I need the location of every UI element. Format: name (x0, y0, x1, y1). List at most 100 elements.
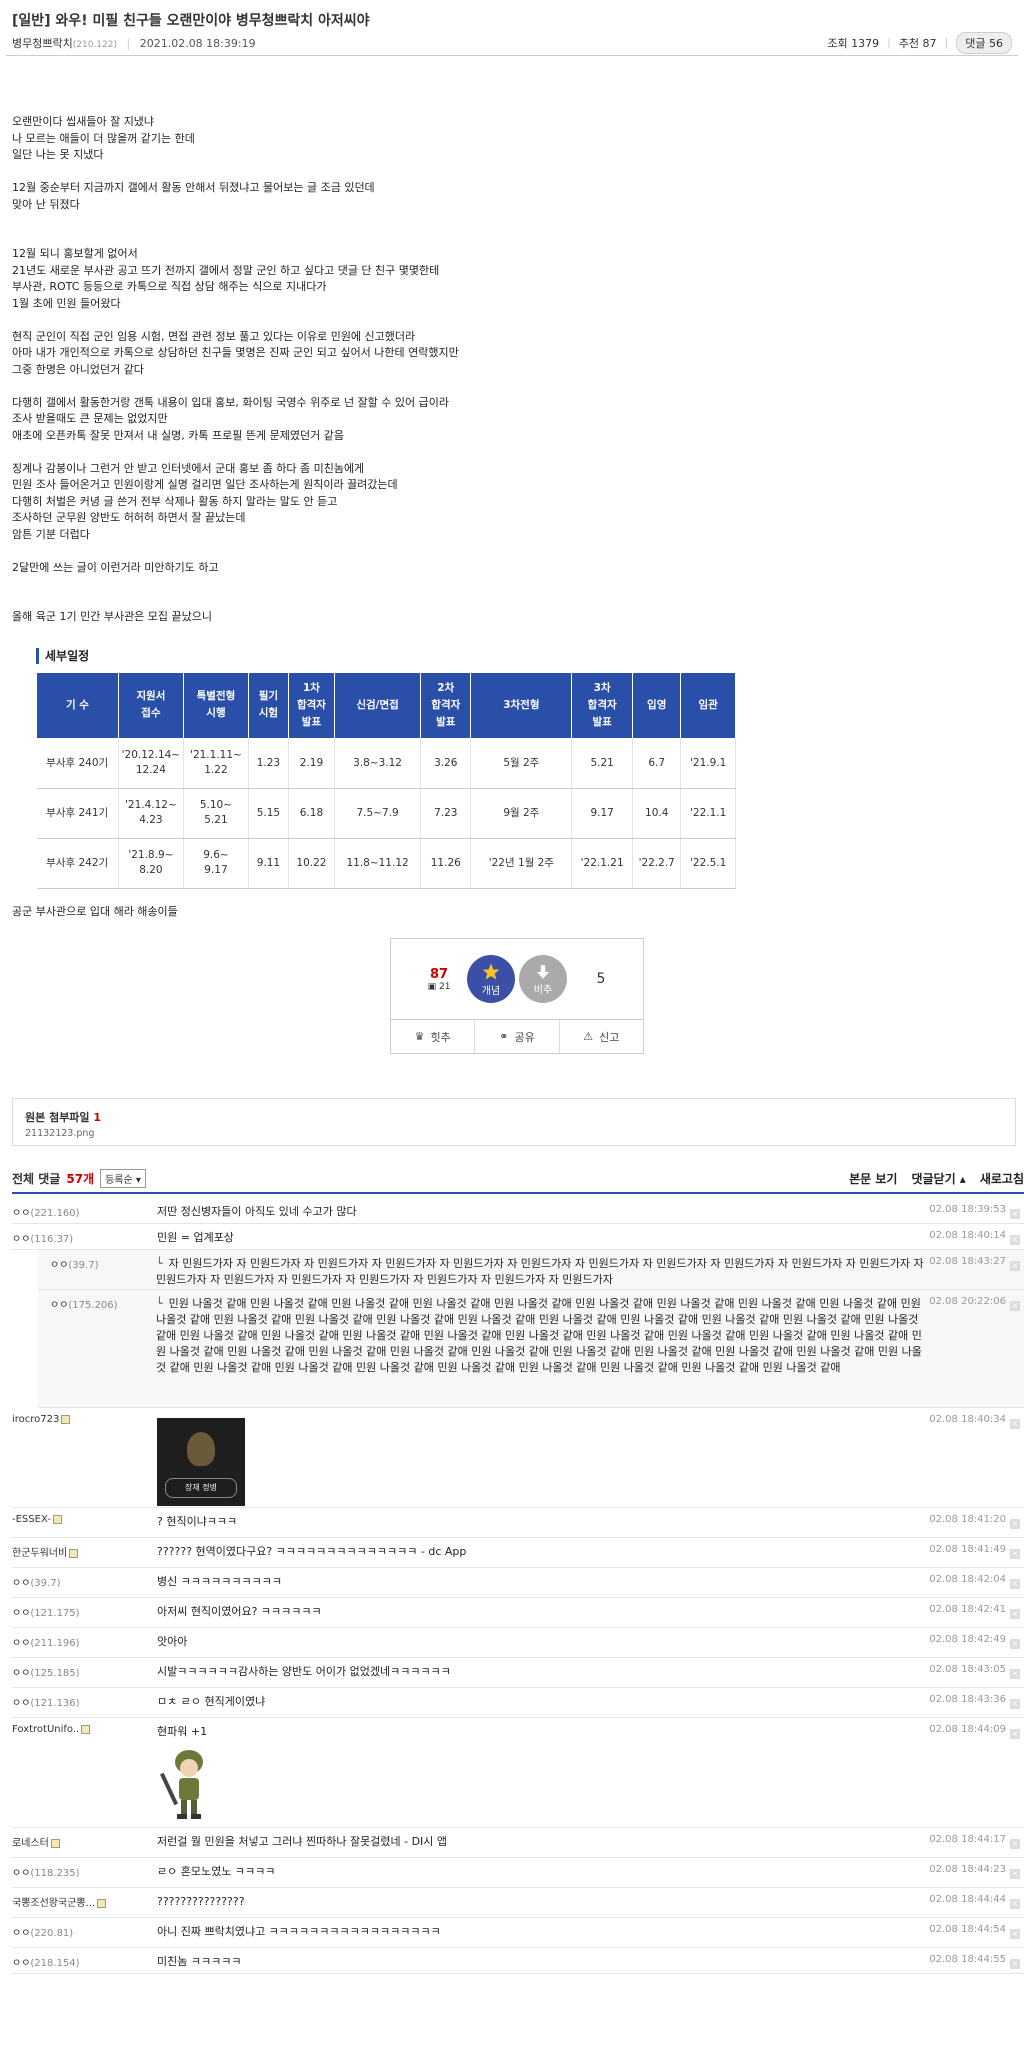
not-recommend-button[interactable]: 비추 (519, 955, 567, 1003)
comment-ip: (221.160) (30, 1208, 80, 1219)
gallog-icon[interactable] (81, 1724, 91, 1734)
comment-nick[interactable]: ㅇㅇ(39.7) (12, 1568, 157, 1597)
comment-nick[interactable]: ㅇㅇ(125.185) (12, 1658, 157, 1687)
comment-nickname[interactable]: ㅇㅇ (12, 1928, 30, 1939)
table-header-cell: 3차전형 (470, 671, 573, 739)
delete-x-icon[interactable]: × (1010, 1669, 1020, 1679)
body-line: 일단 나는 못 지냈다 (12, 148, 104, 161)
reply-group: ㅇㅇ(39.7) └ 자 민원드가자 자 민원드가자 자 민원드가자 자 민원드가자… (38, 1250, 1024, 1408)
delete-x-icon[interactable]: × (1010, 1929, 1020, 1939)
reply-item: ㅇㅇ(39.7) └ 자 민원드가자 자 민원드가자 자 민원드가자 자 민원드가자… (38, 1250, 1024, 1290)
comment-nick[interactable]: ㅇㅇ(39.7) (38, 1250, 156, 1289)
table-cell: '22.1.1 (680, 788, 736, 839)
delete-x-icon[interactable]: × (1010, 1519, 1020, 1529)
body-line (12, 164, 1012, 181)
comment-nickname[interactable]: ㅇㅇ (12, 1868, 30, 1879)
delete-x-icon[interactable]: × (1010, 1699, 1020, 1709)
comment-nick[interactable]: ㅇㅇ(211.196) (12, 1628, 157, 1657)
comment-nickname[interactable]: ㅇㅇ (50, 1300, 68, 1311)
table-header-cell: 기 수 (36, 671, 119, 739)
delete-x-icon[interactable]: × (1010, 1869, 1020, 1879)
attachment-file-link[interactable]: 21132123.png (25, 1128, 1003, 1139)
author-nick[interactable]: 병무청쁘락치 (12, 37, 73, 50)
comment-nickname[interactable]: ㅇㅇ (12, 1608, 30, 1619)
comment-nick[interactable]: ㅇㅇ(116.37) (12, 1224, 157, 1249)
comment-nickname[interactable]: FoxtrotUnifo.. (12, 1724, 79, 1735)
comment-nickname[interactable]: 로네스터 (12, 1838, 49, 1849)
comment-date: 02.08 18:40:14 (929, 1230, 1006, 1241)
comment-nickname[interactable]: ㅇㅇ (12, 1668, 30, 1679)
table-header-cell: 입영 (632, 671, 682, 739)
delete-x-icon[interactable]: × (1010, 1209, 1020, 1219)
comment-nickname[interactable]: ㅇㅇ (50, 1260, 68, 1271)
delete-x-icon[interactable]: × (1010, 1579, 1020, 1589)
comment-nickname[interactable]: ㅇㅇ (12, 1234, 30, 1245)
gallog-icon[interactable] (50, 1838, 60, 1848)
delete-x-icon[interactable]: × (1010, 1899, 1020, 1909)
body-line: 민원 조사 들어온거고 민원이랑게 실명 걸리면 일단 조사하는게 원칙이라 끌… (12, 478, 398, 491)
comment-nickname[interactable]: ㅇㅇ (12, 1578, 30, 1589)
comment-nickname[interactable]: ㅇㅇ (12, 1698, 30, 1709)
delete-x-icon[interactable]: × (1010, 1839, 1020, 1849)
comment-nickname[interactable]: -ESSEX- (12, 1514, 51, 1525)
comment-nickname[interactable]: irocro723 (12, 1414, 59, 1425)
emblem-icon (187, 1432, 215, 1466)
recommend-button[interactable]: 개념 (467, 955, 515, 1003)
comment-nick[interactable]: ㅇㅇ(118.235) (12, 1858, 157, 1887)
comment-nick[interactable]: 한군두워너비 (12, 1538, 157, 1567)
delete-x-icon[interactable]: × (1010, 1729, 1020, 1739)
comment-ip: (220.81) (30, 1928, 74, 1939)
body-line: 부사관, ROTC 등등으로 카톡으로 직접 상담 해주는 식으로 지내다가 (12, 280, 327, 293)
comment-nick[interactable]: ㅇㅇ(221.160) (12, 1198, 157, 1223)
delete-x-icon[interactable]: × (1010, 1419, 1020, 1429)
body-line (12, 543, 1012, 560)
delete-x-icon[interactable]: × (1010, 1639, 1020, 1649)
comment-date: 02.08 18:40:34 (929, 1414, 1006, 1425)
share-button[interactable]: ⚭ 공유 (475, 1020, 560, 1053)
comment-nickname[interactable]: 한군두워너비 (12, 1548, 67, 1559)
gallog-icon[interactable] (52, 1514, 62, 1524)
comment-nickname[interactable]: ㅇㅇ (12, 1208, 30, 1219)
comment-date: 02.08 18:42:49 (929, 1634, 1006, 1645)
comment-nick[interactable]: 국뽕조선왕국군뽕... (12, 1888, 157, 1917)
comment-nick[interactable]: ㅇㅇ(121.175) (12, 1598, 157, 1627)
close-comments-link[interactable]: 댓글닫기 ▴ (911, 1170, 965, 1187)
body-line: 현직 군인이 직접 군인 임용 시험, 면접 관련 정보 풀고 있다는 이유로 … (12, 329, 416, 343)
body-line (12, 230, 1012, 247)
report-button[interactable]: ⚠ 신고 (560, 1020, 643, 1053)
comment-item: ㅇㅇ(211.196) 앗아아 02.08 18:42:49 × (12, 1628, 1024, 1658)
table-cell: 7.23 (420, 788, 472, 839)
comment-nick[interactable]: irocro723 (12, 1408, 157, 1507)
gallog-icon[interactable] (97, 1898, 107, 1908)
comment-nickname[interactable]: 국뽕조선왕국군뽕... (12, 1898, 95, 1909)
comment-ip: (39.7) (30, 1578, 61, 1589)
delete-x-icon[interactable]: × (1010, 1261, 1020, 1271)
comment-nick[interactable]: FoxtrotUnifo.. (12, 1718, 157, 1827)
refresh-link[interactable]: 새로고침 (980, 1170, 1024, 1187)
gallog-icon[interactable] (69, 1548, 79, 1558)
delete-x-icon[interactable]: × (1010, 1235, 1020, 1245)
sort-select[interactable]: 등록순 ▾ (100, 1168, 146, 1188)
view-body-link[interactable]: 본문 보기 (849, 1170, 897, 1187)
comment-nick[interactable]: ㅇㅇ(121.136) (12, 1688, 157, 1717)
hit-recommend-button[interactable]: ♛ 힛추 (391, 1020, 476, 1053)
view-count: 조회 1379 (827, 36, 880, 50)
comment-nick[interactable]: ㅇㅇ(220.81) (12, 1918, 157, 1947)
delete-x-icon[interactable]: × (1010, 1549, 1020, 1559)
gallog-icon[interactable] (61, 1414, 71, 1424)
table-cell: '21.4.12~ 4.23 (118, 788, 184, 839)
comment-nick[interactable]: 로네스터 (12, 1828, 157, 1857)
comment-nickname[interactable]: ㅇㅇ (12, 1958, 30, 1969)
comment-nickname[interactable]: ㅇㅇ (12, 1638, 30, 1649)
table-cell: 부사후 242기 (36, 838, 119, 889)
body-line: 12월 되니 홍보할게 없어서 (12, 247, 138, 260)
delete-x-icon[interactable]: × (1010, 1959, 1020, 1969)
comment-nick[interactable]: ㅇㅇ(218.154) (12, 1948, 157, 1973)
comment-nick[interactable]: -ESSEX- (12, 1508, 157, 1537)
comment-nick[interactable]: ㅇㅇ(175.206) (38, 1290, 156, 1407)
body-line (12, 312, 1012, 329)
reply-count-button[interactable]: 댓글 56 (956, 31, 1012, 54)
delete-x-icon[interactable]: × (1010, 1301, 1020, 1311)
delete-x-icon[interactable]: × (1010, 1609, 1020, 1619)
comment-delete: × (1006, 1198, 1024, 1223)
